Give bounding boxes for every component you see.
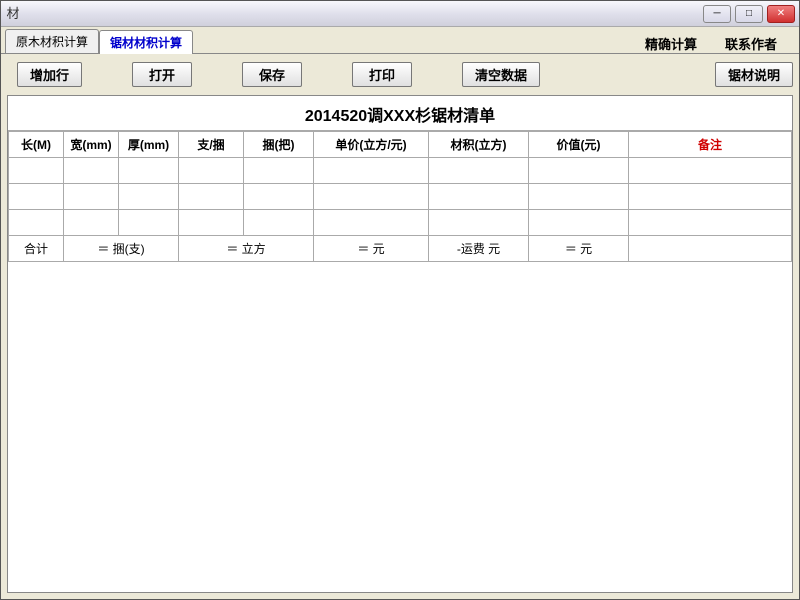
tab-sawn-volume[interactable]: 锯材材积计算 — [99, 30, 193, 54]
cell[interactable] — [244, 210, 314, 236]
table-container: 2014520调XXX杉锯材清单 长(M) 宽(mm) 厚(mm) 支/捆 捆(… — [7, 95, 793, 593]
table-row[interactable] — [9, 210, 792, 236]
cell[interactable] — [529, 184, 629, 210]
cell[interactable] — [629, 158, 792, 184]
header-links: 精确计算 联系作者 — [645, 34, 795, 53]
cell[interactable] — [529, 210, 629, 236]
cell[interactable] — [629, 210, 792, 236]
minimize-button[interactable]: ─ — [703, 5, 731, 23]
print-button[interactable]: 打印 — [352, 62, 412, 87]
clear-data-button[interactable]: 清空数据 — [462, 62, 540, 87]
cell[interactable] — [244, 184, 314, 210]
table-header-row: 长(M) 宽(mm) 厚(mm) 支/捆 捆(把) 单价(立方/元) 材积(立方… — [9, 132, 792, 158]
add-row-button[interactable]: 增加行 — [17, 62, 82, 87]
maximize-button[interactable]: □ — [735, 5, 763, 23]
tabs-bar: 原木材积计算 锯材材积计算 精确计算 联系作者 — [1, 27, 799, 53]
footer-volume: ＝ 立方 — [179, 236, 314, 262]
cell[interactable] — [179, 210, 244, 236]
cell[interactable] — [244, 158, 314, 184]
cell[interactable] — [119, 158, 179, 184]
cell[interactable] — [119, 210, 179, 236]
footer-remark — [629, 236, 792, 262]
link-precise-calc[interactable]: 精确计算 — [645, 34, 697, 53]
tab-log-volume[interactable]: 原木材积计算 — [5, 29, 99, 53]
window-controls: ─ □ ✕ — [703, 5, 795, 23]
sawn-desc-button[interactable]: 锯材说明 — [715, 62, 793, 87]
table-row[interactable] — [9, 184, 792, 210]
col-thickness: 厚(mm) — [119, 132, 179, 158]
col-remark: 备注 — [629, 132, 792, 158]
link-contact-author[interactable]: 联系作者 — [725, 34, 777, 53]
table-title: 2014520调XXX杉锯材清单 — [8, 96, 792, 131]
cell[interactable] — [9, 158, 64, 184]
col-width: 宽(mm) — [64, 132, 119, 158]
footer-label: 合计 — [9, 236, 64, 262]
footer-freight: -运费 元 — [429, 236, 529, 262]
app-window: 材 ─ □ ✕ 原木材积计算 锯材材积计算 精确计算 联系作者 增加行 打开 保… — [0, 0, 800, 600]
cell[interactable] — [429, 210, 529, 236]
table-row[interactable] — [9, 158, 792, 184]
cell[interactable] — [314, 158, 429, 184]
app-icon: 材 — [5, 6, 21, 22]
col-length: 长(M) — [9, 132, 64, 158]
open-button[interactable]: 打开 — [132, 62, 192, 87]
cell[interactable] — [64, 210, 119, 236]
col-unit-price: 单价(立方/元) — [314, 132, 429, 158]
content-area: 增加行 打开 保存 打印 清空数据 锯材说明 2014520调XXX杉锯材清单 … — [1, 53, 799, 599]
cell[interactable] — [64, 158, 119, 184]
close-button[interactable]: ✕ — [767, 5, 795, 23]
toolbar: 增加行 打开 保存 打印 清空数据 锯材说明 — [7, 62, 793, 87]
titlebar: 材 ─ □ ✕ — [1, 1, 799, 27]
cell[interactable] — [314, 184, 429, 210]
cell[interactable] — [429, 158, 529, 184]
cell[interactable] — [179, 158, 244, 184]
footer-total-yuan: ＝ 元 — [529, 236, 629, 262]
cell[interactable] — [529, 158, 629, 184]
cell[interactable] — [9, 210, 64, 236]
cell[interactable] — [119, 184, 179, 210]
cell[interactable] — [314, 210, 429, 236]
cell[interactable] — [429, 184, 529, 210]
col-value: 价值(元) — [529, 132, 629, 158]
cell[interactable] — [629, 184, 792, 210]
footer-yuan: ＝ 元 — [314, 236, 429, 262]
table-blank-area — [8, 262, 792, 582]
col-pieces-per-bundle: 支/捆 — [179, 132, 244, 158]
cell[interactable] — [64, 184, 119, 210]
table-footer-row: 合计 ＝ 捆(支) ＝ 立方 ＝ 元 -运费 元 ＝ 元 — [9, 236, 792, 262]
save-button[interactable]: 保存 — [242, 62, 302, 87]
col-volume: 材积(立方) — [429, 132, 529, 158]
col-bundle: 捆(把) — [244, 132, 314, 158]
cell[interactable] — [179, 184, 244, 210]
cell[interactable] — [9, 184, 64, 210]
data-table: 长(M) 宽(mm) 厚(mm) 支/捆 捆(把) 单价(立方/元) 材积(立方… — [8, 131, 792, 262]
footer-bundle: ＝ 捆(支) — [64, 236, 179, 262]
